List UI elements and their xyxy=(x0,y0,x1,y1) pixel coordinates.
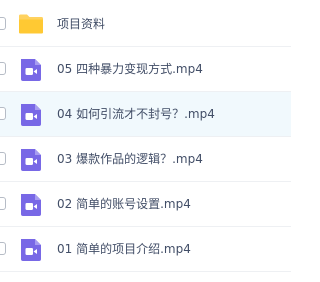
file-row-video[interactable]: 02 简单的账号设置.mp4 xyxy=(0,182,291,227)
file-name[interactable]: 01 简单的项目介绍.mp4 xyxy=(57,227,191,272)
file-row-video[interactable]: 01 简单的项目介绍.mp4 xyxy=(0,227,291,272)
file-row-video[interactable]: 03 爆款作品的逻辑？.mp4 xyxy=(0,137,291,182)
video-file-icon xyxy=(18,236,44,262)
file-name[interactable]: 03 爆款作品的逻辑？.mp4 xyxy=(57,137,203,182)
video-file-icon xyxy=(18,56,44,82)
file-list: 项目资料 05 四种暴力变现方式.mp4 04 如何引流才不封号？.mp4 03… xyxy=(0,0,291,282)
video-file-icon xyxy=(18,191,44,217)
file-name[interactable]: 04 如何引流才不封号？.mp4 xyxy=(57,92,215,137)
file-row-video[interactable]: 05 四种暴力变现方式.mp4 xyxy=(0,47,291,92)
file-row-video[interactable]: 04 如何引流才不封号？.mp4 xyxy=(0,92,291,137)
row-checkbox[interactable] xyxy=(0,62,6,75)
video-file-icon xyxy=(18,101,44,127)
video-file-icon xyxy=(18,146,44,172)
row-checkbox[interactable] xyxy=(0,107,6,120)
file-name[interactable]: 02 简单的账号设置.mp4 xyxy=(57,182,191,227)
file-row-folder[interactable]: 项目资料 xyxy=(0,2,291,47)
file-name[interactable]: 05 四种暴力变现方式.mp4 xyxy=(57,47,203,92)
row-checkbox[interactable] xyxy=(0,17,6,30)
file-name[interactable]: 项目资料 xyxy=(57,2,105,47)
row-checkbox[interactable] xyxy=(0,197,6,210)
row-checkbox[interactable] xyxy=(0,152,6,165)
folder-icon xyxy=(18,11,44,37)
row-checkbox[interactable] xyxy=(0,242,6,255)
